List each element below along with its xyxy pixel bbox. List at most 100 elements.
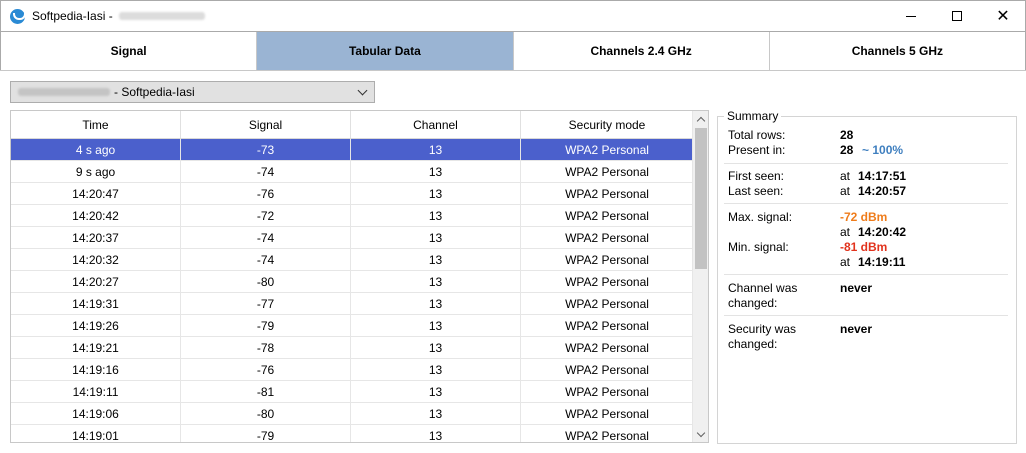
cell-time: 14:20:27 [11,271,181,292]
tab-signal[interactable]: Signal [0,32,258,70]
min-signal-label: Min. signal: [728,240,789,254]
summary-divider [724,203,1008,204]
max-signal-value: -72 dBm [840,210,888,224]
cell-time: 14:20:37 [11,227,181,248]
cell-time: 14:19:31 [11,293,181,314]
cell-channel: 13 [351,293,521,314]
cell-channel: 13 [351,183,521,204]
table-row[interactable]: 14:19:31 -77 13 WPA2 Personal [11,293,693,315]
at-label: at [840,255,851,269]
summary-divider [724,163,1008,164]
table-row[interactable]: 14:20:37 -74 13 WPA2 Personal [11,227,693,249]
network-select[interactable]: - Softpedia-Iasi [10,81,375,103]
minimize-button[interactable] [888,1,934,31]
cell-signal: -81 [181,381,351,402]
summary-divider [724,274,1008,275]
table-row[interactable]: 14:19:16 -76 13 WPA2 Personal [11,359,693,381]
column-header-time[interactable]: Time [11,111,181,138]
tab-bar: Signal Tabular Data Channels 2.4 GHz Cha… [0,31,1026,71]
table-header: Time Signal Channel Security mode [11,111,693,139]
security-changed-value: never [840,322,873,336]
summary-title: Summary [724,109,782,123]
cell-channel: 13 [351,359,521,380]
minimize-icon [906,15,916,17]
tab-label: Channels 5 GHz [851,44,944,58]
cell-channel: 13 [351,315,521,336]
network-select-value: - Softpedia-Iasi [114,85,195,99]
at-label: at [840,184,851,198]
cell-time: 14:20:42 [11,205,181,226]
window-title: Softpedia-Iasi - [32,9,113,23]
tab-label: Channels 2.4 GHz [590,44,692,58]
scrollbar-thumb[interactable] [695,128,707,269]
cell-channel: 13 [351,139,521,160]
maximize-button[interactable] [934,1,980,31]
present-in-percent: ~ 100% [862,143,904,157]
present-in-value: 28 [840,143,854,157]
vertical-scrollbar[interactable] [692,111,708,442]
at-label: at [840,225,851,239]
cell-security-mode: WPA2 Personal [565,362,649,377]
cell-signal: -80 [181,271,351,292]
wifi-analyzer-icon [10,9,26,24]
total-rows-label: Total rows: [728,128,786,142]
cell-channel: 13 [351,425,521,442]
first-seen-value: 14:17:51 [858,169,907,183]
column-header-security-mode[interactable]: Security mode [521,111,693,138]
table-row[interactable]: 14:20:27 -80 13 WPA2 Personal [11,271,693,293]
tab-channels-5-ghz[interactable]: Channels 5 GHz [769,32,1026,70]
cell-security-mode: WPA2 Personal [565,318,649,333]
cell-time: 14:19:16 [11,359,181,380]
last-seen-value: 14:20:57 [858,184,907,198]
tab-tabular-data[interactable]: Tabular Data [257,32,514,70]
cell-signal: -79 [181,315,351,336]
cell-signal: -73 [181,139,351,160]
table-row[interactable]: 14:20:47 -76 13 WPA2 Personal [11,183,693,205]
table-row[interactable]: 14:20:42 -72 13 WPA2 Personal [11,205,693,227]
redacted-network-name [18,88,110,96]
table-row[interactable]: 14:19:11 -81 13 WPA2 Personal [11,381,693,403]
maximize-icon [952,11,962,21]
table-row[interactable]: 14:20:32 -74 13 WPA2 Personal [11,249,693,271]
scroll-down-button[interactable] [693,426,708,442]
total-rows-value: 28 [840,128,854,142]
cell-signal: -78 [181,337,351,358]
cell-signal: -76 [181,359,351,380]
cell-channel: 13 [351,337,521,358]
cell-signal: -74 [181,161,351,182]
cell-security-mode: WPA2 Personal [565,142,649,157]
column-header-channel[interactable]: Channel [351,111,521,138]
min-signal-time: 14:19:11 [858,255,906,269]
cell-security-mode: WPA2 Personal [565,186,649,201]
cell-channel: 13 [351,161,521,182]
table-row[interactable]: 14:19:26 -79 13 WPA2 Personal [11,315,693,337]
data-table: Time Signal Channel Security mode 4 s ag… [10,110,709,443]
summary-divider [724,315,1008,316]
column-header-signal[interactable]: Signal [181,111,351,138]
cell-security-mode: WPA2 Personal [565,340,649,355]
table-row[interactable]: 14:19:01 -79 13 WPA2 Personal [11,425,693,442]
cell-time: 4 s ago [11,139,181,160]
table-row[interactable]: 9 s ago -74 13 WPA2 Personal [11,161,693,183]
cell-signal: -74 [181,249,351,270]
cell-signal: -72 [181,205,351,226]
cell-time: 14:19:11 [11,381,181,402]
table-row[interactable]: 4 s ago -73 13 WPA2 Personal [11,139,693,161]
cell-channel: 13 [351,381,521,402]
cell-channel: 13 [351,249,521,270]
max-signal-label: Max. signal: [728,210,793,224]
tab-channels-2-4-ghz[interactable]: Channels 2.4 GHz [513,32,770,70]
cell-security-mode: WPA2 Personal [565,230,649,245]
cell-signal: -74 [181,227,351,248]
cell-time: 14:20:47 [11,183,181,204]
table-row[interactable]: 14:19:21 -78 13 WPA2 Personal [11,337,693,359]
table-row[interactable]: 14:19:06 -80 13 WPA2 Personal [11,403,693,425]
title-bar: Softpedia-Iasi - ✕ [0,0,1026,31]
cell-security-mode: WPA2 Personal [565,274,649,289]
cell-channel: 13 [351,205,521,226]
chevron-down-icon [357,85,368,96]
scroll-up-button[interactable] [693,111,708,127]
cell-signal: -77 [181,293,351,314]
at-label: at [840,169,851,183]
close-button[interactable]: ✕ [980,1,1026,31]
